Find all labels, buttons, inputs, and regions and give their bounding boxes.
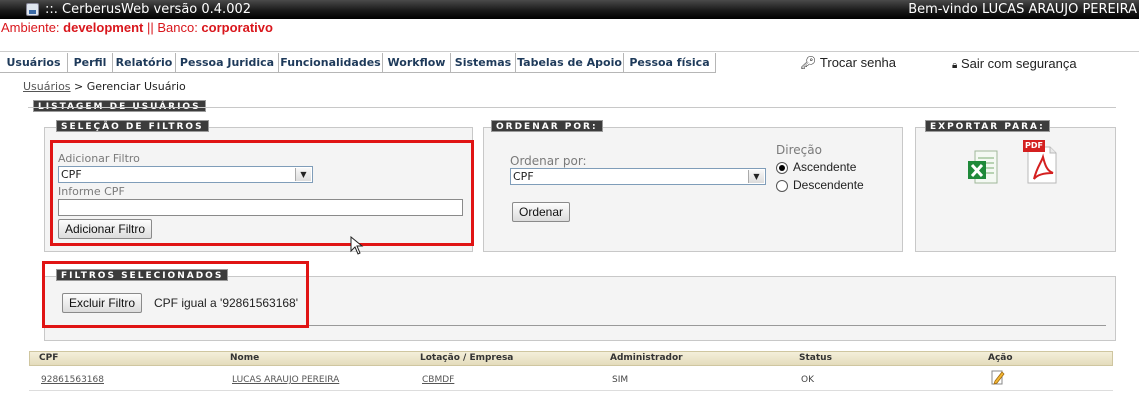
column-header-administrador[interactable]: Administrador	[610, 353, 683, 363]
lock-icon: 🔒︎	[952, 60, 958, 71]
pdf-badge-label: PDF	[1025, 141, 1043, 150]
environment-value: development	[63, 20, 144, 35]
database-value: corporativo	[201, 20, 273, 35]
menu-item-workflow[interactable]: Workflow	[383, 53, 451, 73]
column-header-status[interactable]: Status	[799, 353, 832, 363]
environment-info: Ambiente: development || Banco: corporat…	[1, 20, 273, 35]
highlight-selected-filters	[42, 261, 309, 328]
listagem-title: LISTAGEM DE USUÁRIOS	[33, 100, 206, 112]
table-row	[29, 367, 1113, 391]
edit-icon[interactable]	[991, 369, 1005, 385]
breadcrumb-current: Gerenciar Usuário	[86, 80, 186, 93]
app-logo-icon	[26, 3, 39, 16]
listagem-divider	[28, 107, 1116, 108]
export-panel	[915, 127, 1116, 252]
menu-item-usuarios[interactable]: Usuários	[0, 53, 68, 73]
breadcrumb: Usuários > Gerenciar Usuário	[23, 80, 186, 93]
column-header-nome[interactable]: Nome	[230, 353, 259, 363]
row-administrador: SIM	[612, 375, 629, 385]
mouse-cursor-icon	[350, 235, 364, 259]
welcome-text: Bem-vindo LUCAS ARAUJO PEREIRA	[908, 2, 1137, 17]
pdf-export-icon[interactable]: PDF	[1019, 139, 1059, 185]
menu-item-funcionalidades[interactable]: Funcionalidades	[279, 53, 383, 73]
row-cpf-link[interactable]: 92861563168	[41, 375, 104, 385]
app-title: ::. CerberusWeb versão 0.4.002	[45, 2, 252, 17]
column-header-acao: Ação	[988, 353, 1013, 363]
menu-item-tabelas-de-apoio[interactable]: Tabelas de Apoio	[516, 53, 624, 73]
row-nome-link[interactable]: LUCAS ARAUJO PEREIRA	[232, 375, 339, 385]
export-panel-title: EXPORTAR PARA:	[925, 120, 1050, 132]
column-header-cpf[interactable]: CPF	[39, 353, 58, 363]
direction-label: Direção	[776, 143, 822, 157]
ascending-label: Ascendente	[793, 160, 857, 174]
users-table-header	[29, 351, 1113, 366]
sort-select[interactable]: CPF ▼	[510, 168, 766, 185]
breadcrumb-link-usuarios[interactable]: Usuários	[23, 80, 71, 93]
sort-by-label: Ordenar por:	[510, 154, 587, 168]
sort-button[interactable]: Ordenar	[512, 202, 571, 222]
menu-item-sistemas[interactable]: Sistemas	[451, 53, 516, 73]
menu-item-pessoa-juridica[interactable]: Pessoa Juridica	[176, 53, 279, 73]
column-header-lotacao[interactable]: Lotação / Empresa	[420, 353, 513, 363]
descending-label: Descendente	[793, 178, 864, 192]
chevron-down-icon: ▼	[748, 170, 764, 183]
menu-item-pessoa-fisica[interactable]: Pessoa física	[624, 53, 716, 73]
row-lotacao-link[interactable]: CBMDF	[422, 375, 454, 385]
excel-export-icon[interactable]	[967, 149, 999, 186]
key-icon: 🔑︎	[800, 55, 817, 70]
filter-panel-title: SELEÇÃO DE FILTROS	[56, 120, 209, 132]
change-password-link[interactable]: 🔑︎ Trocar senha	[800, 55, 896, 71]
row-status: OK	[801, 375, 814, 385]
ascending-radio[interactable]	[776, 162, 788, 174]
descending-radio[interactable]	[776, 180, 788, 192]
menu-item-perfil[interactable]: Perfil	[68, 53, 113, 73]
sort-panel-title: ORDENAR POR:	[491, 120, 603, 132]
title-bar: ::. CerberusWeb versão 0.4.002 Bem-vindo…	[0, 0, 1139, 19]
menu-item-relatorio[interactable]: Relatório	[113, 53, 176, 73]
highlight-filter-selection	[50, 140, 474, 246]
logout-link[interactable]: 🔒︎ Sair com segurança	[952, 56, 1077, 71]
